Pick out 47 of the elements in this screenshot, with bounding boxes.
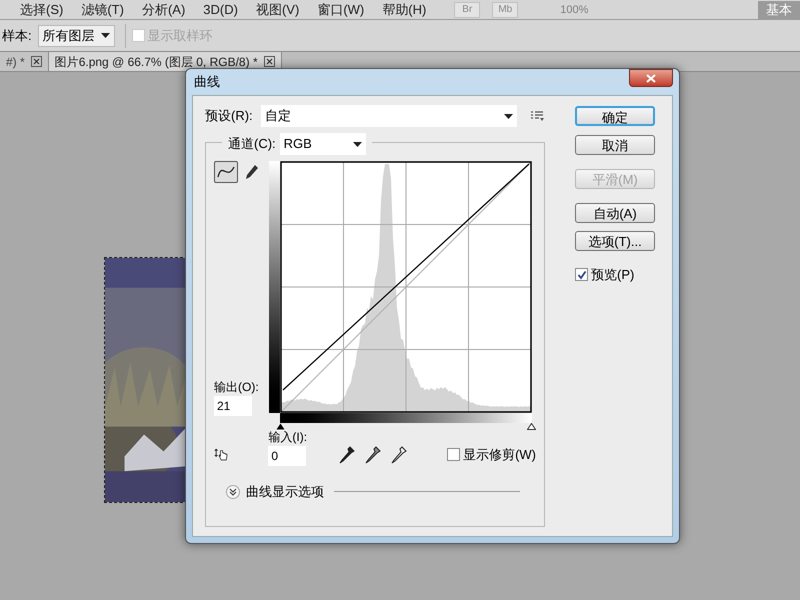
curve-icon	[217, 165, 235, 179]
checkbox[interactable]	[575, 268, 588, 282]
chevron-icon	[229, 488, 237, 496]
sample-label: 样本:	[2, 26, 32, 45]
menu-item[interactable]: 帮助(H)	[382, 2, 426, 18]
menu-item[interactable]: 滤镜(T)	[81, 2, 124, 18]
output-label: 输出(O):	[214, 379, 260, 396]
input-field[interactable]: 0	[268, 446, 306, 466]
caret-icon	[100, 33, 110, 38]
expand-button[interactable]	[226, 484, 240, 499]
dialog-button[interactable]: 自动(A)	[575, 203, 655, 223]
close-icon	[646, 74, 656, 82]
section-title: 曲线显示选项	[246, 483, 324, 501]
preset-dropdown[interactable]: 自定	[261, 105, 517, 127]
menu-item[interactable]: 窗口(W)	[317, 2, 364, 18]
menu-item[interactable]: 选择(S)	[20, 2, 64, 18]
dialog-button[interactable]: 选项(T)...	[575, 231, 655, 251]
checkbox[interactable]	[447, 448, 460, 461]
document-tab[interactable]: 图片6.png @ 66.7% (图层 0, RGB/8) *	[48, 52, 282, 71]
menu-item[interactable]: 分析(A)	[142, 2, 186, 18]
caret-icon	[504, 114, 513, 118]
window-title: 曲线	[193, 73, 220, 92]
shadow-slider-handle[interactable]	[276, 423, 285, 430]
close-icon[interactable]	[30, 56, 42, 67]
close-icon[interactable]	[264, 56, 275, 67]
dialog-button[interactable]: 确定	[575, 106, 655, 126]
menu-item[interactable]: 视图(V)	[256, 2, 300, 18]
eyedropper-icon[interactable]	[391, 446, 408, 464]
preset-label: 预设(R):	[205, 107, 254, 126]
checkbox-label: 显示修剪(W)	[463, 446, 536, 464]
curve-tool-button[interactable]	[214, 161, 238, 183]
output-field[interactable]: 21	[214, 396, 252, 416]
list-menu-icon[interactable]	[531, 110, 545, 122]
pencil-icon	[245, 164, 259, 180]
eyedropper-icon[interactable]	[365, 446, 382, 464]
highlight-slider-handle[interactable]	[527, 423, 536, 430]
dialog-button[interactable]: 取消	[575, 135, 655, 155]
channel-dropdown[interactable]: RGB	[280, 133, 366, 155]
sample-dropdown[interactable]: 所有图层	[38, 24, 115, 46]
document-tab[interactable]: #) *	[0, 52, 49, 71]
menu-item[interactable]: 3D(D)	[203, 2, 238, 18]
caret-icon	[352, 142, 362, 146]
channel-label: 通道(C):	[228, 135, 276, 154]
input-label: 输入(I):	[268, 429, 308, 446]
eyedropper-icon[interactable]	[339, 446, 356, 464]
checkbox-label: 预览(P)	[591, 266, 634, 284]
close-button[interactable]	[629, 69, 673, 87]
